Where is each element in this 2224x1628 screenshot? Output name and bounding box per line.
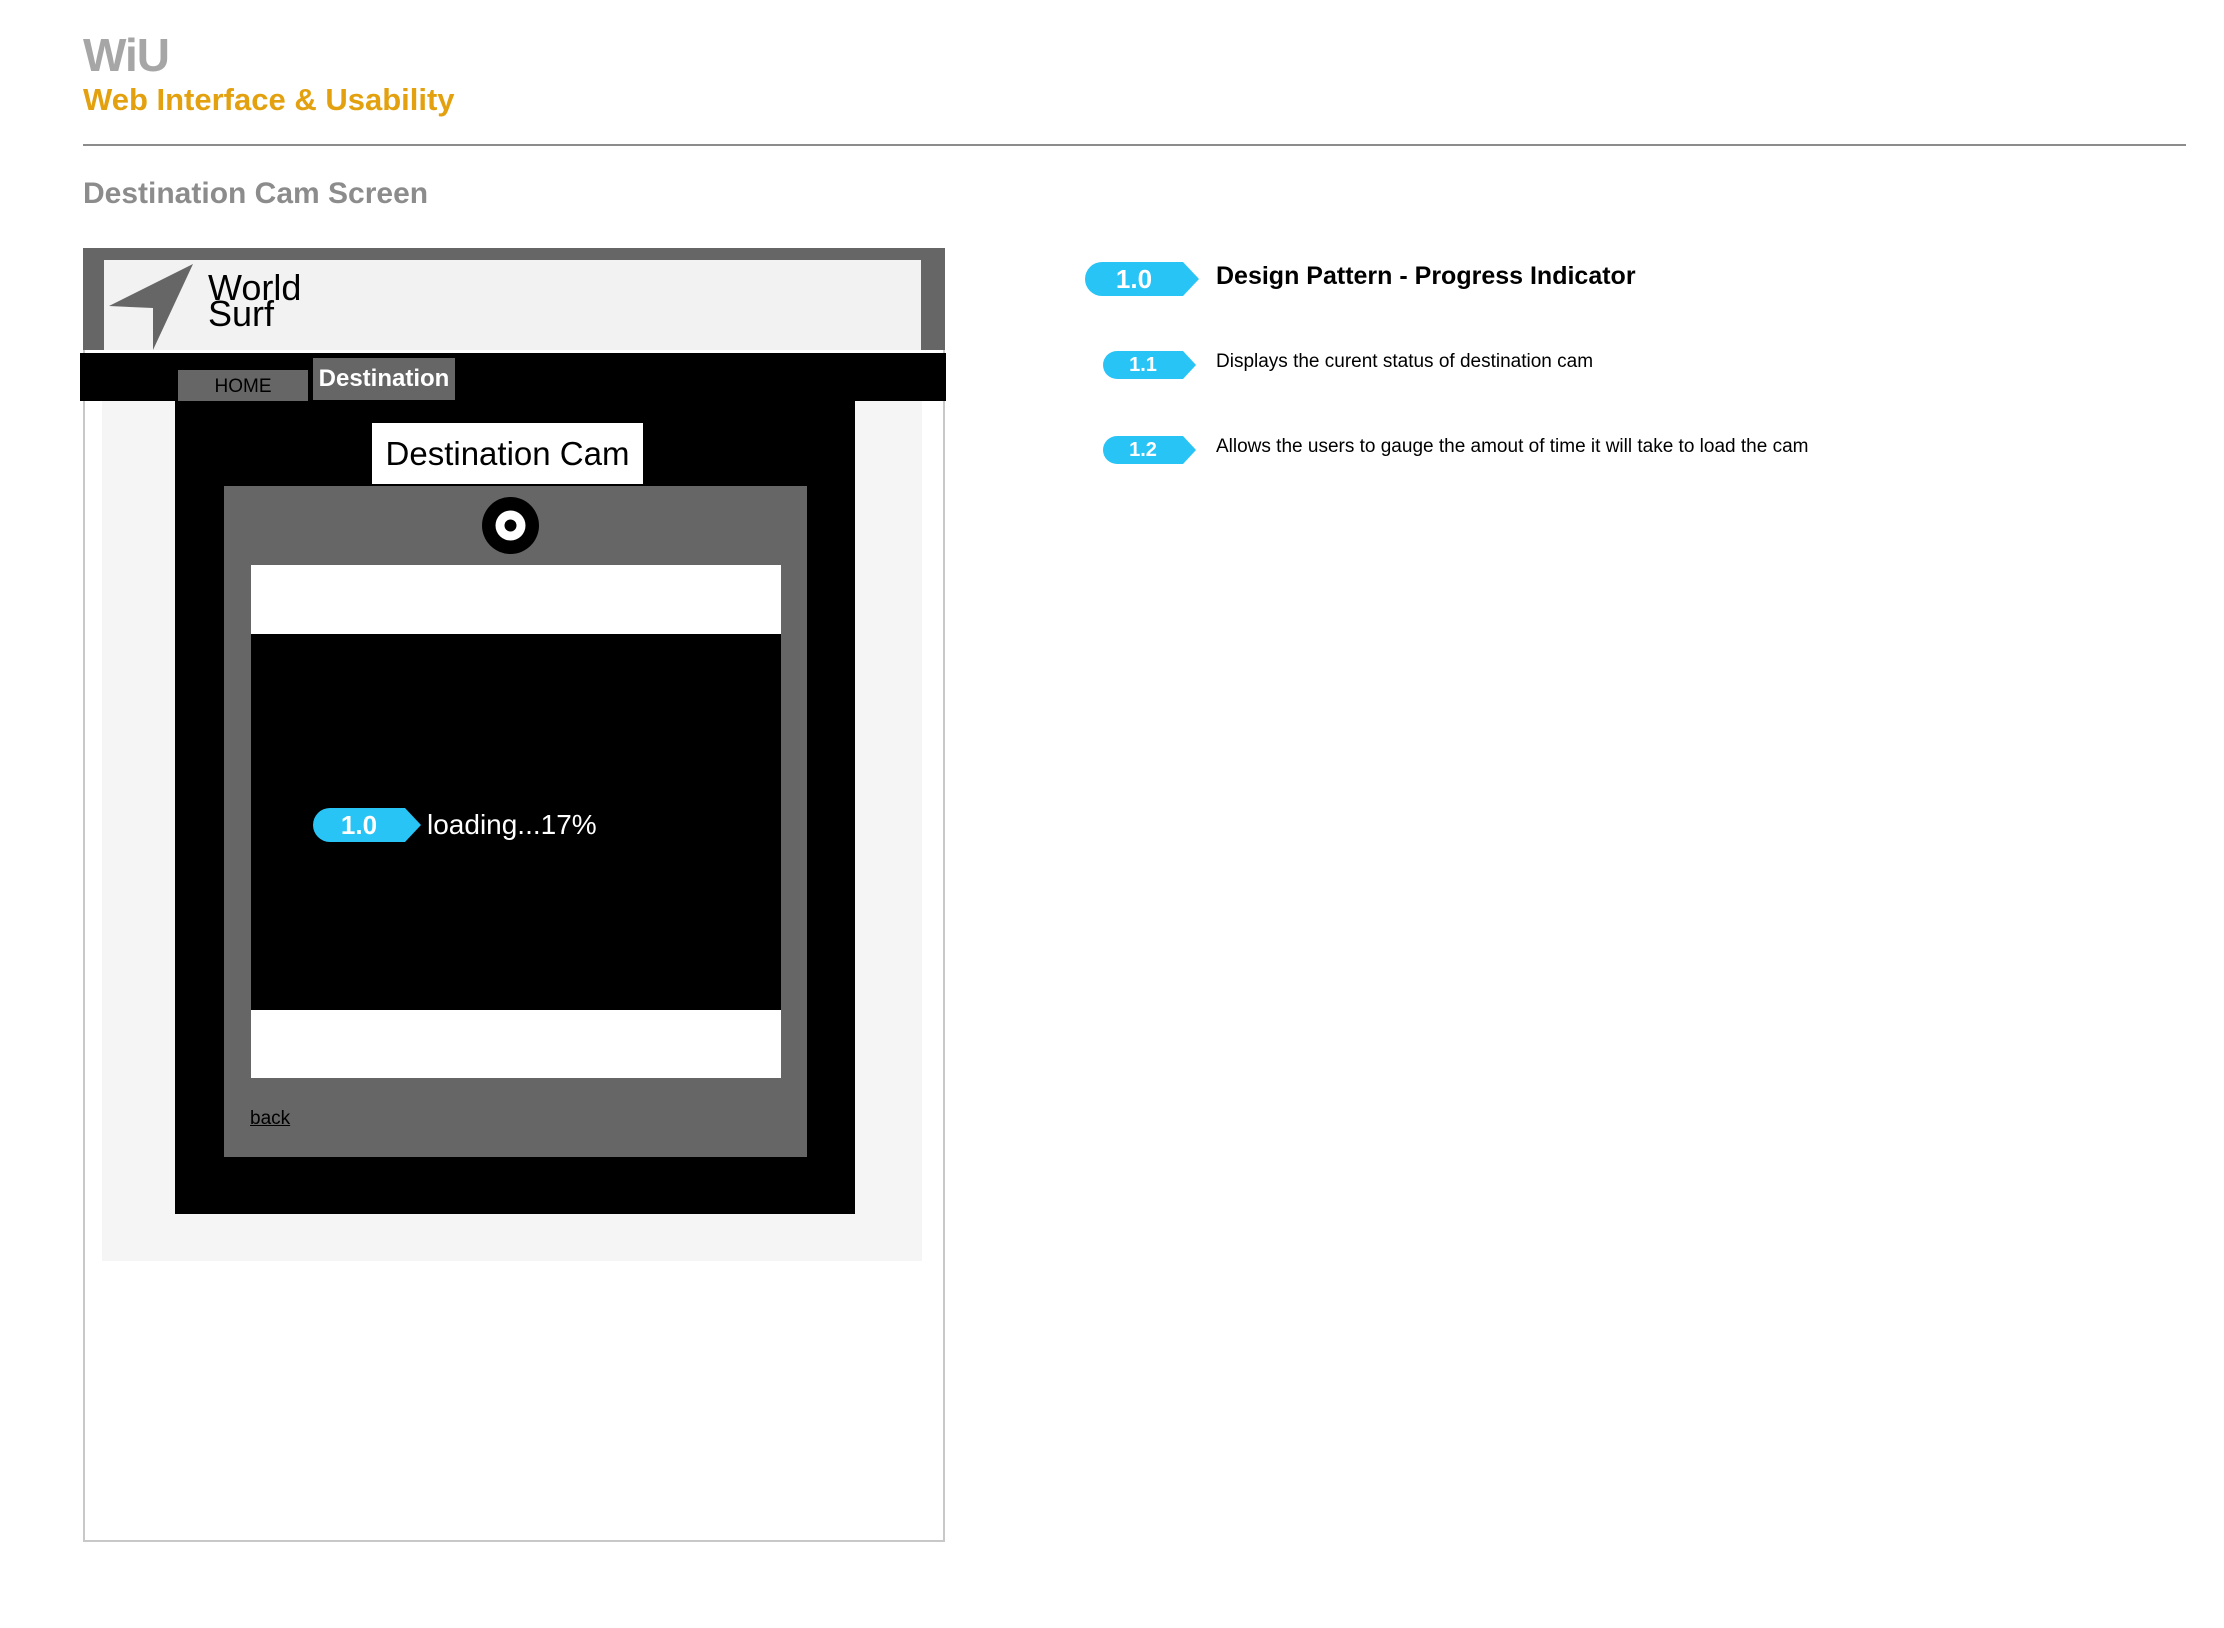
annotation-badge-1-2: 1.2 [1103,436,1196,464]
nav-home-tab[interactable]: HOME [178,370,308,401]
brand-title: WiU [83,29,170,81]
header-divider [83,144,2186,146]
cam-bottom-bar [251,1010,781,1078]
brand-subtitle: Web Interface & Usability [83,82,455,117]
target-icon [482,497,539,554]
badge-label: 1.1 [1103,351,1183,379]
annotation-badge-1-0: 1.0 [1085,262,1199,296]
nav-destination-tab[interactable]: Destination [313,358,455,400]
badge-arrow [1183,262,1199,296]
badge-arrow [1183,351,1196,379]
annotation-text-1-2: Allows the users to gauge the amout of t… [1216,436,1809,457]
badge-label: 1.0 [313,808,405,842]
logo-text-surf: Surf [208,293,275,334]
back-link[interactable]: back [250,1108,290,1130]
paper-plane-arrow-icon [109,264,193,350]
annotation-text-1-0: Design Pattern - Progress Indicator [1216,262,1636,290]
badge-label: 1.2 [1103,436,1183,464]
annotation-badge-inline: 1.0 [313,808,421,842]
badge-arrow [1183,436,1196,464]
screen-heading: Destination Cam Screen [83,177,429,210]
annotation-text-1-1: Displays the curent status of destinatio… [1216,351,1594,372]
badge-arrow [405,808,421,842]
cam-title: Destination Cam [372,423,643,484]
annotation-badge-1-1: 1.1 [1103,351,1196,379]
badge-label: 1.0 [1085,262,1183,296]
loading-status: loading...17% [427,809,597,840]
cam-top-bar [251,565,781,634]
